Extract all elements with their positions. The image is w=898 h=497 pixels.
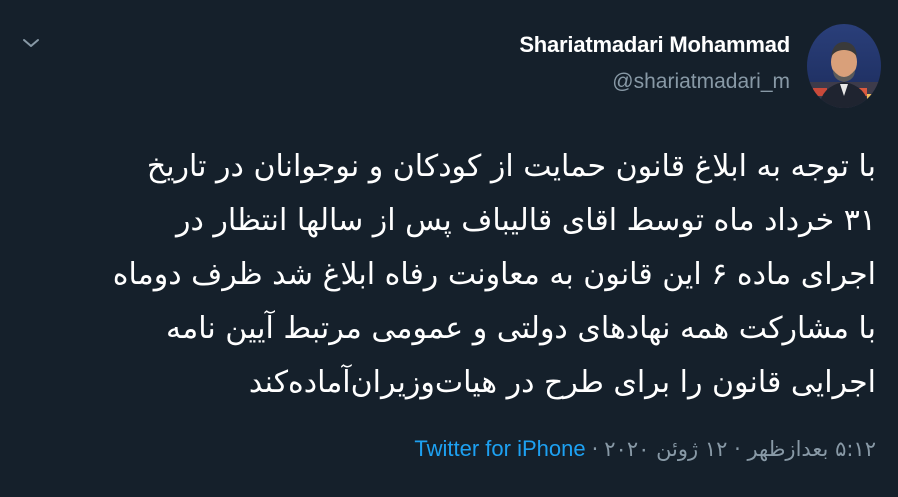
user-handle[interactable]: @shariatmadari_m (612, 70, 790, 94)
chevron-down-icon[interactable] (20, 34, 42, 52)
tweet-text-line: اجرای ماده ۶ این قانون به معاونت رفاه اب… (112, 257, 876, 292)
timestamp[interactable]: ۵:۱۲ بعدازظهر · ۱۲ ژوئن ۲۰۲۰ (604, 437, 876, 461)
tweet-source-link[interactable]: Twitter for iPhone (414, 436, 585, 461)
tweet-text: با توجه به ابلاغ قانون حمایت از کودکان و… (16, 140, 876, 410)
tweet-meta: ۵:۱۲ بعدازظهر · ۱۲ ژوئن ۲۰۲۰·Twitter for… (414, 436, 876, 462)
tweet-text-line: ۳۱ خرداد ماه توسط اقای قالیباف پس از سال… (175, 203, 876, 238)
tweet-text-line: با مشارکت همه نهادهای دولتی و عمومی مرتب… (166, 311, 876, 346)
tweet-text-line: با توجه به ابلاغ قانون حمایت از کودکان و… (146, 149, 876, 184)
avatar[interactable] (807, 24, 881, 108)
tweet-text-line: اجرایی قانون را برای طرح در هیات‌وزیران‌… (248, 365, 876, 400)
display-name[interactable]: Shariatmadari Mohammad (519, 32, 790, 58)
tweet-card: Shariatmadari Mohammad @shariatmadari_m … (0, 0, 898, 497)
meta-separator: · (591, 437, 599, 461)
